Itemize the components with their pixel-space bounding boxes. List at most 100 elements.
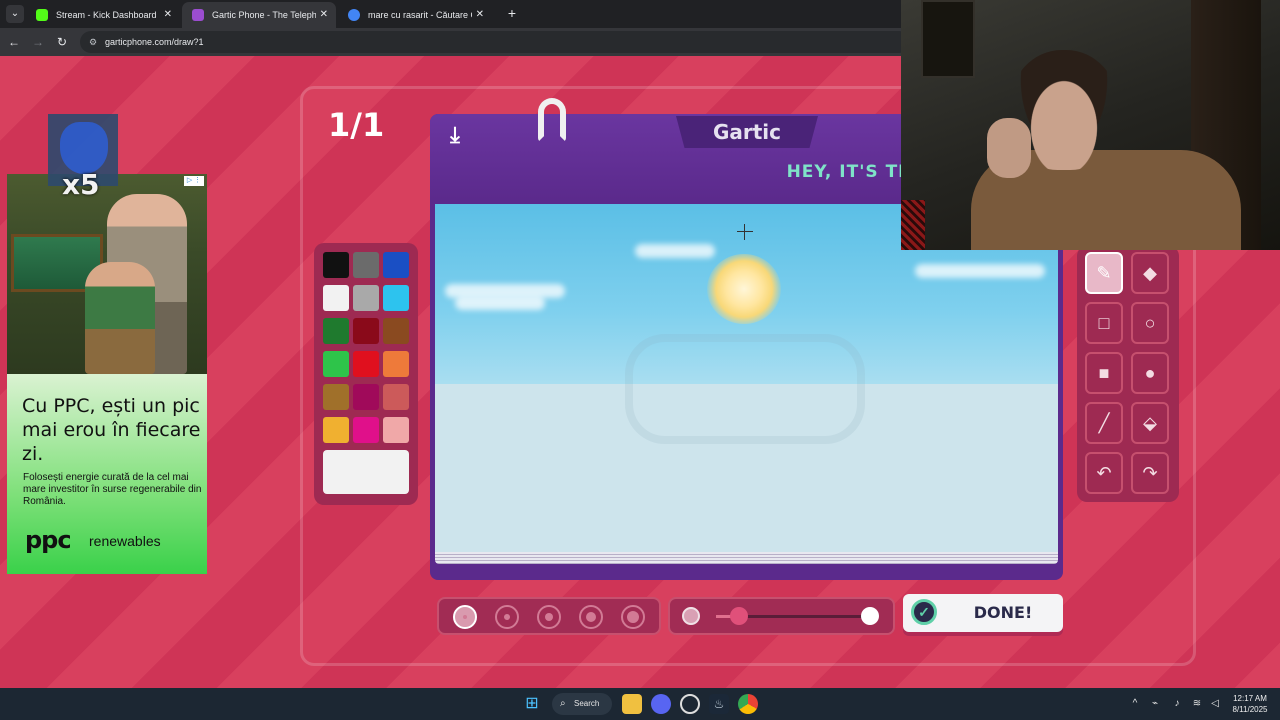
- clock-date: 8/11/2025: [1232, 705, 1268, 714]
- address-url: garticphone.com/draw?1: [105, 37, 204, 47]
- color-swatch[interactable]: [353, 318, 379, 344]
- download-icon[interactable]: ⤓: [442, 122, 468, 148]
- tab-title: Stream - Kick Dashboard: [56, 10, 157, 20]
- color-swatch[interactable]: [383, 318, 409, 344]
- color-swatch[interactable]: [323, 417, 349, 443]
- opacity-slider[interactable]: [668, 597, 895, 635]
- canvas-sun-stroke: [707, 254, 781, 324]
- show-hidden-icons-icon[interactable]: ^: [1128, 696, 1142, 712]
- color-swatch[interactable]: [323, 318, 349, 344]
- tab-close-icon[interactable]: ✕: [164, 2, 172, 28]
- search-icon: ⌕: [560, 698, 566, 709]
- color-swatch[interactable]: [323, 351, 349, 377]
- color-swatch[interactable]: [323, 384, 349, 410]
- kick-favicon-icon: [36, 9, 48, 21]
- tab-gartic[interactable]: Gartic Phone - The Telephone G ✕: [182, 2, 336, 28]
- back-button[interactable]: ←: [6, 34, 22, 50]
- notebook-pages: [435, 552, 1058, 564]
- start-icon[interactable]: ⊞: [522, 694, 542, 714]
- color-palette: [314, 243, 418, 505]
- brush-size-option[interactable]: [495, 605, 519, 629]
- circle-outline-icon[interactable]: ○: [1131, 302, 1169, 344]
- bucket-icon[interactable]: ⬙: [1131, 402, 1169, 444]
- tab-google[interactable]: mare cu rasarit - Căutare Goog ✕: [338, 2, 492, 28]
- tab-kick[interactable]: Stream - Kick Dashboard ✕: [26, 2, 180, 28]
- file-explorer-icon[interactable]: [622, 694, 642, 714]
- opacity-max-icon: [861, 607, 879, 625]
- color-swatch[interactable]: [353, 417, 379, 443]
- selected-color-preview: [323, 450, 409, 494]
- ad-person-image: [85, 262, 155, 374]
- brush-size-selector: [437, 597, 661, 635]
- chrome-icon[interactable]: [738, 694, 758, 714]
- crosshair-cursor: [737, 224, 753, 240]
- speaker: [901, 200, 925, 250]
- redo-icon[interactable]: ↷: [1131, 452, 1169, 494]
- round-counter: 1/1: [328, 106, 385, 144]
- opacity-min-icon: [682, 607, 700, 625]
- gartic-watermark: [625, 334, 865, 444]
- color-swatch[interactable]: [323, 252, 349, 278]
- tab-search-button[interactable]: ⌄: [6, 5, 24, 23]
- discord-icon[interactable]: [651, 694, 671, 714]
- volume-icon[interactable]: ◁: [1208, 696, 1222, 712]
- new-tab-button[interactable]: +: [504, 5, 520, 21]
- webcam-feed: [901, 0, 1280, 250]
- color-swatch[interactable]: [353, 285, 379, 311]
- tool-panel: ✎ ◆ □ ○ ■ ● ╱ ⬙ ↶ ↷: [1077, 246, 1179, 502]
- color-swatch[interactable]: [353, 384, 379, 410]
- color-swatch[interactable]: [383, 285, 409, 311]
- drawing-canvas[interactable]: [435, 204, 1058, 552]
- rectangle-fill-icon[interactable]: ■: [1085, 352, 1123, 394]
- brush-size-option[interactable]: [537, 605, 561, 629]
- clock-time: 12:17 AM: [1233, 694, 1267, 703]
- color-swatch[interactable]: [383, 417, 409, 443]
- color-swatch[interactable]: [383, 252, 409, 278]
- ad-headline: Cu PPC, ești un pic mai erou în fiecare …: [22, 395, 201, 465]
- wall-picture: [921, 0, 975, 78]
- advertisement[interactable]: ▷ ⋮ Cu PPC, ești un pic mai erou în fiec…: [7, 174, 207, 574]
- google-favicon-icon: [348, 9, 360, 21]
- line-icon[interactable]: ╱: [1085, 402, 1123, 444]
- undo-icon[interactable]: ↶: [1085, 452, 1123, 494]
- done-label: DONE!: [973, 603, 1033, 622]
- search-label: Search: [574, 699, 600, 708]
- color-swatch[interactable]: [323, 285, 349, 311]
- color-swatch[interactable]: [383, 351, 409, 377]
- color-swatch[interactable]: [353, 351, 379, 377]
- streamer-hand: [987, 118, 1031, 178]
- ad-brand-logo: ppc: [25, 526, 72, 554]
- opacity-handle[interactable]: [729, 607, 748, 625]
- tab-title: Gartic Phone - The Telephone G: [212, 10, 316, 20]
- ad-choices-icon[interactable]: ▷ ⋮: [184, 176, 204, 186]
- taskbar-clock[interactable]: 12:17 AM 8/11/2025: [1226, 693, 1274, 715]
- brush-size-option[interactable]: [453, 605, 477, 629]
- brush-size-option[interactable]: [579, 605, 603, 629]
- color-swatch[interactable]: [353, 252, 379, 278]
- taskbar-search[interactable]: ⌕ Search: [552, 693, 612, 715]
- microphone-icon[interactable]: ♪: [1170, 696, 1184, 712]
- eraser-icon[interactable]: ◆: [1131, 252, 1169, 294]
- network-icon[interactable]: ⌁: [1148, 696, 1162, 712]
- app-icon[interactable]: [680, 694, 700, 714]
- wifi-icon[interactable]: ≋: [1190, 696, 1204, 712]
- site-info-icon[interactable]: ⚙: [87, 36, 99, 48]
- forward-button[interactable]: →: [30, 34, 46, 50]
- circle-fill-icon[interactable]: ●: [1131, 352, 1169, 394]
- ad-body: Folosești energie curată de la cel mai m…: [23, 472, 202, 507]
- tab-close-icon[interactable]: ✕: [320, 2, 328, 28]
- address-bar[interactable]: ⚙ garticphone.com/draw?1: [80, 31, 910, 53]
- checkmark-icon: ✓: [911, 599, 937, 625]
- done-button[interactable]: ✓ DONE!: [903, 594, 1063, 632]
- rectangle-outline-icon[interactable]: □: [1085, 302, 1123, 344]
- steam-icon[interactable]: ♨: [709, 694, 729, 714]
- color-swatch[interactable]: [383, 384, 409, 410]
- canvas-cloud-stroke: [915, 264, 1045, 278]
- gartic-logo: Gartic: [676, 116, 818, 148]
- brush-size-option[interactable]: [621, 605, 645, 629]
- ad-photo: [7, 174, 207, 374]
- pencil-icon[interactable]: ✎: [1085, 252, 1123, 294]
- reload-button[interactable]: ↻: [54, 34, 70, 50]
- ad-brand-sub: renewables: [89, 533, 161, 549]
- tab-close-icon[interactable]: ✕: [476, 2, 484, 28]
